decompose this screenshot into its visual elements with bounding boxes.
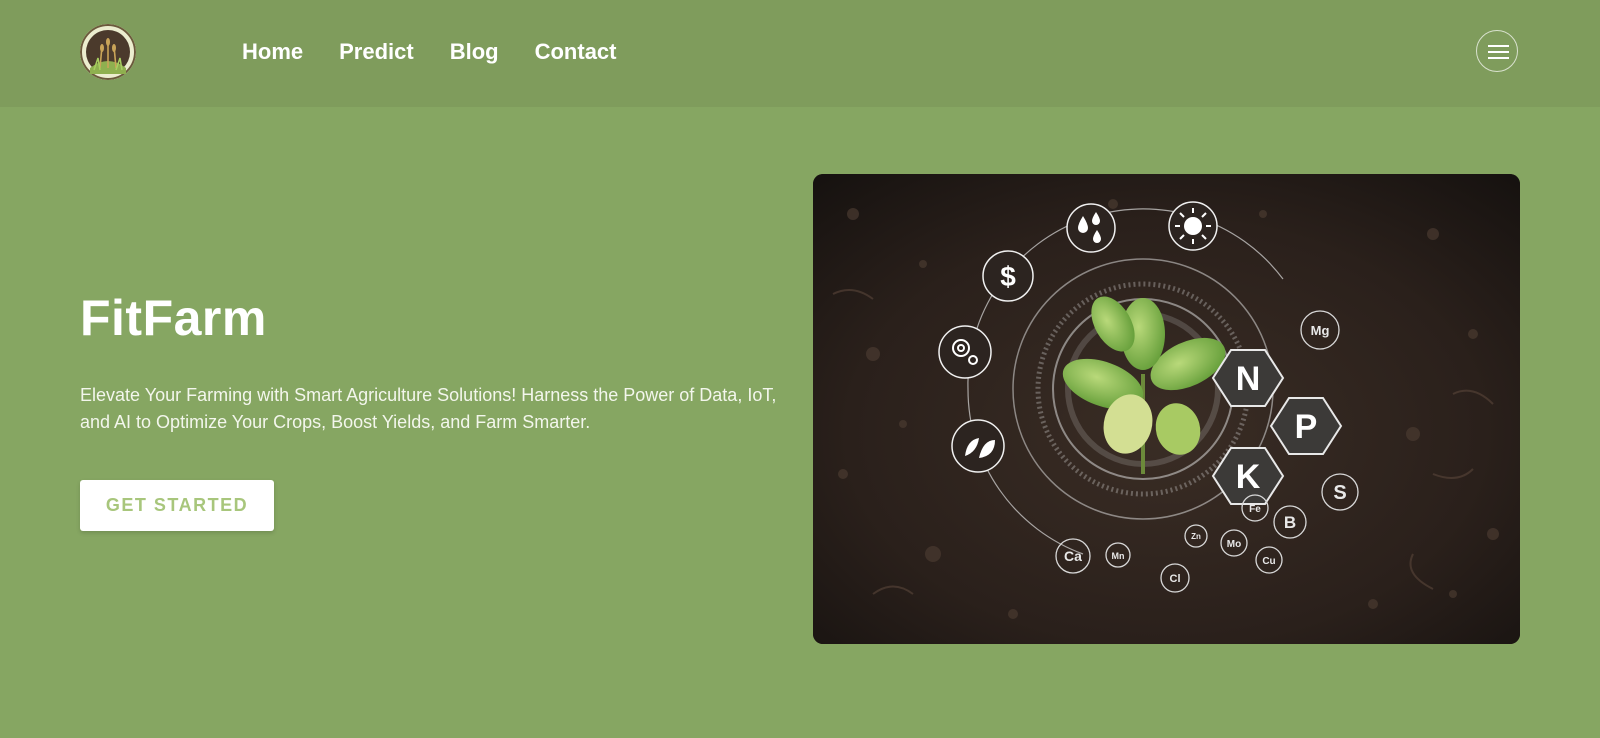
hamburger-menu-icon[interactable] [1476, 30, 1518, 72]
nutrient-label-mn: Mn [1112, 551, 1125, 561]
dollar-icon: $ [1000, 261, 1016, 292]
nav-link-blog[interactable]: Blog [450, 37, 499, 67]
hex-label-k: K [1236, 458, 1261, 496]
nutrient-label-s: S [1333, 482, 1346, 504]
nutrient-label-cl: Cl [1170, 573, 1181, 585]
nutrient-label-b: B [1284, 513, 1296, 532]
logo-icon[interactable] [80, 24, 136, 80]
navbar: Home Predict Blog Contact [0, 0, 1600, 107]
nav-link-home[interactable]: Home [242, 37, 303, 67]
main-nav: Home Predict Blog Contact [242, 37, 617, 67]
nav-link-contact[interactable]: Contact [535, 37, 617, 67]
nutrient-label-mg: Mg [1311, 323, 1330, 338]
hero-description: Elevate Your Farming with Smart Agricult… [80, 385, 777, 432]
hero-title: FitFarm [80, 290, 267, 346]
nutrient-label-fe: Fe [1249, 504, 1261, 515]
get-started-button[interactable]: GET STARTED [80, 480, 274, 531]
nutrient-label-ca: Ca [1064, 548, 1082, 564]
hero-image: $ N P K Mg S B Fe Mo Cu Zn Ca Mn Cl [813, 174, 1520, 644]
hex-label-n: N [1236, 360, 1261, 398]
nav-link-predict[interactable]: Predict [339, 37, 414, 67]
nutrient-label-mo: Mo [1227, 539, 1241, 550]
hex-label-p: P [1295, 408, 1318, 446]
nutrient-label-cu: Cu [1262, 556, 1275, 567]
nutrient-label-zn: Zn [1191, 532, 1201, 541]
